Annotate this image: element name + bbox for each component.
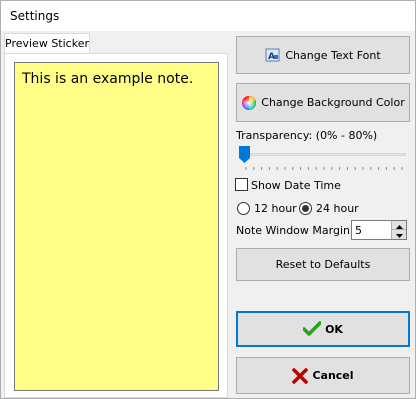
radio-12-hour-label: 12 hour [254,202,297,215]
cancel-button[interactable]: Cancel [236,357,410,394]
preview-panel: This is an example note. [4,53,228,398]
cancel-label: Cancel [312,369,354,382]
change-text-font-label: Change Text Font [285,48,381,62]
margin-spinbox[interactable]: 5 [351,220,407,240]
title-bar: Settings [1,1,415,31]
margin-label: Note Window Margin: [236,224,354,237]
transparency-slider-thumb[interactable] [239,146,250,164]
window-title: Settings [10,9,60,23]
color-wheel-icon [241,95,257,111]
radio-24-hour[interactable] [299,202,312,215]
ok-label: OK [325,322,343,336]
chevron-down-icon [395,228,403,241]
reset-label: Reset to Defaults [275,258,371,271]
radio-24-hour-label: 24 hour [316,202,359,215]
slider-ticks [245,167,403,170]
margin-value: 5 [355,224,362,237]
change-background-color-button[interactable]: Change Background Color [236,83,410,122]
preview-note: This is an example note. [14,62,219,391]
change-text-font-button[interactable]: A Change Text Font [236,36,410,74]
spin-down-button[interactable] [392,230,406,239]
radio-selected-dot [302,205,309,212]
ok-button[interactable]: OK [236,311,410,347]
reset-to-defaults-button[interactable]: Reset to Defaults [236,248,410,281]
tab-label: Preview Sticker [5,37,89,50]
transparency-label: Transparency: (0% - 80%) [236,129,378,142]
show-date-time-label: Show Date Time [251,179,341,192]
radio-12-hour[interactable] [237,202,250,215]
transparency-slider-track[interactable] [239,153,406,156]
spin-buttons [391,221,406,239]
check-icon [303,321,322,337]
font-icon: A [265,47,281,63]
settings-window: Settings Preview Sticker This is an exam… [0,0,416,399]
note-text: This is an example note. [22,71,194,87]
show-date-time-checkbox[interactable] [235,178,248,191]
x-icon [292,367,309,384]
change-background-color-label: Change Background Color [261,96,405,109]
tab-preview-sticker[interactable]: Preview Sticker [4,33,90,54]
svg-text:A: A [268,52,275,62]
